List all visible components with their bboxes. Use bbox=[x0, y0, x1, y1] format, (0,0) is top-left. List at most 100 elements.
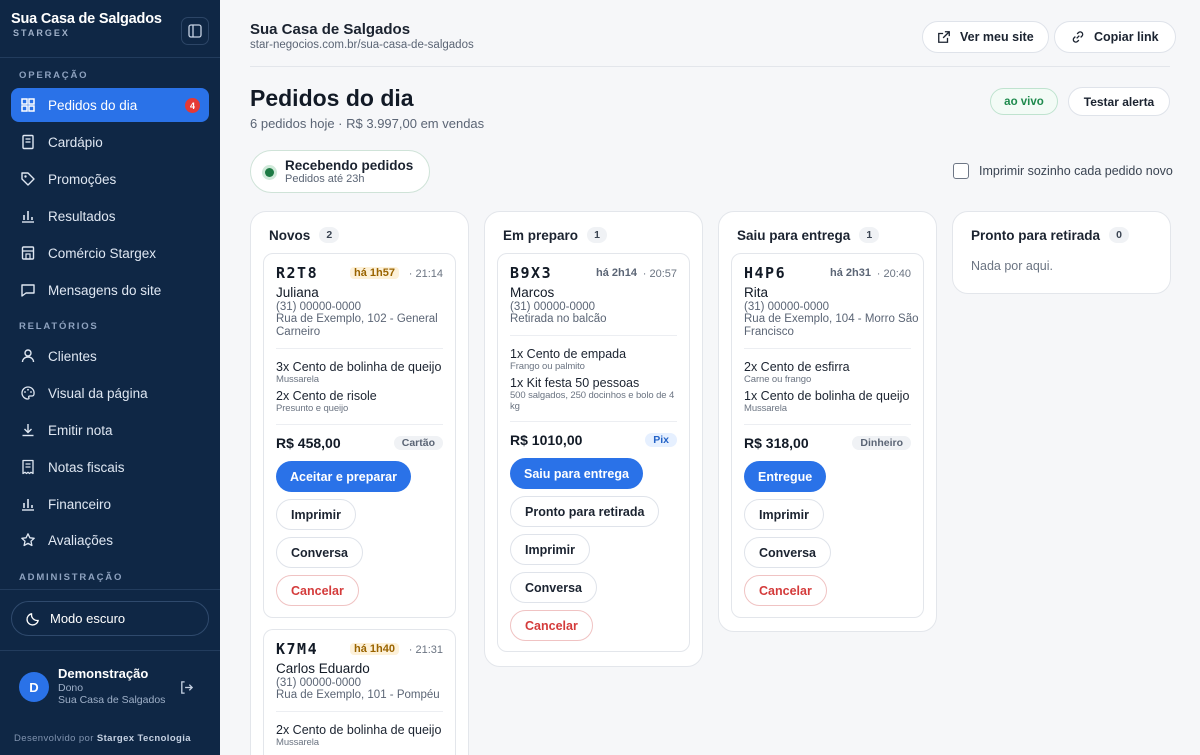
sidebar-item-emitir-nota[interactable]: Emitir nota bbox=[11, 413, 209, 447]
dark-mode-label: Modo escuro bbox=[50, 611, 126, 626]
auto-print-checkbox[interactable] bbox=[953, 163, 969, 179]
column-header: Saiu para entrega 1 bbox=[737, 227, 880, 243]
header-divider bbox=[250, 66, 1170, 67]
sidebar-item-clientes[interactable]: Clientes bbox=[11, 339, 209, 373]
accept-order-button[interactable]: Aceitar e preparar bbox=[276, 461, 412, 492]
sidebar-item-label: Avaliações bbox=[48, 532, 114, 548]
print-button[interactable]: Imprimir bbox=[510, 534, 591, 565]
column-count: 1 bbox=[859, 227, 880, 243]
card-divider bbox=[744, 424, 911, 425]
collapse-sidebar-button[interactable] bbox=[181, 17, 209, 45]
item-note: Mussarela bbox=[276, 737, 319, 748]
receipt-icon bbox=[20, 459, 36, 475]
column-title: Em preparo bbox=[503, 227, 579, 243]
store-name: Sua Casa de Salgados bbox=[250, 21, 411, 38]
card-divider bbox=[744, 348, 911, 349]
column-count: 2 bbox=[319, 227, 340, 243]
sidebar-item-label: Notas fiscais bbox=[48, 459, 125, 475]
order-card[interactable]: K7M4 há 1h40 · 21:31 Carlos Eduardo (31)… bbox=[263, 629, 456, 755]
order-item: 1x Cento de empada Frango ou palmito bbox=[510, 347, 685, 372]
order-code: B9X3 bbox=[510, 264, 553, 282]
logout-icon[interactable] bbox=[179, 680, 194, 695]
order-age-badge: há 2h31 bbox=[830, 267, 871, 279]
user-name: Demonstração bbox=[58, 666, 149, 681]
column-count: 1 bbox=[587, 227, 608, 243]
column-count: 0 bbox=[1109, 227, 1130, 243]
customer-address: Rua de Exemplo, 101 - Pompéu bbox=[276, 689, 440, 701]
sidebar-item-label: Resultados bbox=[48, 208, 116, 224]
link-icon bbox=[1072, 31, 1084, 43]
sidebar-item-label: Clientes bbox=[48, 348, 97, 364]
section-relatorios: RELATÓRIOS bbox=[19, 321, 99, 332]
dark-mode-toggle[interactable]: Modo escuro bbox=[11, 601, 209, 636]
brand-subtitle: STARGEX bbox=[13, 28, 70, 38]
out-for-delivery-button[interactable]: Saiu para entrega bbox=[510, 458, 643, 489]
menu-book-icon bbox=[20, 134, 36, 150]
sidebar-item-avaliacoes[interactable]: Avaliações bbox=[11, 523, 209, 557]
receiving-title: Recebendo pedidos bbox=[285, 158, 414, 173]
sidebar-item-promocoes[interactable]: Promoções bbox=[11, 162, 209, 196]
test-alert-button[interactable]: Testar alerta bbox=[1068, 87, 1170, 116]
page-subtitle: 6 pedidos hoje · R$ 3.997,00 em vendas bbox=[250, 116, 485, 131]
order-card[interactable]: R2T8 há 1h57 · 21:14 Juliana (31) 00000-… bbox=[263, 253, 456, 618]
print-button[interactable]: Imprimir bbox=[276, 499, 357, 530]
print-button[interactable]: Imprimir bbox=[744, 499, 825, 530]
delivery-method: Retirada no balcão bbox=[510, 313, 607, 325]
order-card[interactable]: B9X3 há 2h14 · 20:57 Marcos (31) 00000-0… bbox=[497, 253, 690, 652]
sidebar-divider bbox=[0, 650, 220, 651]
sidebar-item-label: Comércio Stargex bbox=[48, 245, 157, 261]
sidebar-item-label: Promoções bbox=[48, 171, 117, 187]
view-site-button[interactable]: Ver meu site bbox=[922, 21, 1049, 53]
sidebar-item-cardapio[interactable]: Cardápio bbox=[11, 125, 209, 159]
sidebar-item-comercio-stargex[interactable]: Comércio Stargex bbox=[11, 236, 209, 270]
order-code: K7M4 bbox=[276, 640, 319, 658]
payment-method-badge: Pix bbox=[645, 433, 677, 447]
item-note: 500 salgados, 250 docinhos e bolo de 4 k… bbox=[510, 390, 675, 412]
order-age-badge: há 1h57 bbox=[350, 267, 399, 279]
store-url: star-negocios.com.br/sua-casa-de-salgado… bbox=[250, 39, 474, 51]
order-item: 1x Kit festa 50 pessoas 500 salgados, 25… bbox=[510, 376, 685, 412]
user-icon bbox=[20, 348, 36, 364]
sidebar-item-resultados[interactable]: Resultados bbox=[11, 199, 209, 233]
store-icon bbox=[20, 245, 36, 261]
cancel-button[interactable]: Cancelar bbox=[510, 610, 593, 641]
column-pronto-para-retirada: Pronto para retirada 0 Nada por aqui. bbox=[952, 211, 1171, 294]
cancel-button[interactable]: Cancelar bbox=[276, 575, 359, 606]
receiving-orders-toggle[interactable]: Recebendo pedidos Pedidos até 23h bbox=[250, 150, 430, 193]
column-header: Em preparo 1 bbox=[503, 227, 608, 243]
credit-brand: Stargex Tecnologia bbox=[96, 733, 191, 744]
sidebar-item-pedidos-do-dia[interactable]: Pedidos do dia 4 bbox=[11, 88, 209, 122]
star-icon bbox=[20, 532, 36, 548]
sidebar-item-visual-da-pagina[interactable]: Visual da página bbox=[11, 376, 209, 410]
brand-title: Sua Casa de Salgados bbox=[11, 11, 162, 27]
auto-print-option[interactable]: Imprimir sozinho cada pedido novo bbox=[953, 163, 1173, 179]
payment-method-badge: Dinheiro bbox=[852, 436, 911, 450]
sidebar-item-financeiro[interactable]: Financeiro bbox=[11, 487, 209, 521]
customer-phone: (31) 00000-0000 bbox=[276, 301, 362, 313]
order-item: 2x Cento de risole Presunto e queijo bbox=[276, 389, 451, 414]
sidebar-item-label: Financeiro bbox=[48, 496, 112, 512]
live-status-badge: ao vivo bbox=[990, 88, 1058, 115]
order-card[interactable]: H4P6 há 2h31 · 20:40 Rita (31) 00000-000… bbox=[731, 253, 924, 618]
credit-prefix: Desenvolvido por bbox=[14, 733, 97, 744]
sidebar-divider bbox=[0, 589, 220, 590]
sidebar-item-mensagens-do-site[interactable]: Mensagens do site bbox=[11, 273, 209, 307]
sidebar-item-label: Pedidos do dia bbox=[48, 97, 138, 113]
customer-name: Marcos bbox=[510, 285, 555, 300]
item-name: 2x Cento de bolinha de queijo bbox=[276, 723, 442, 737]
external-link-icon bbox=[938, 31, 950, 43]
cancel-button[interactable]: Cancelar bbox=[744, 575, 827, 606]
chat-button[interactable]: Conversa bbox=[744, 537, 831, 568]
chat-button[interactable]: Conversa bbox=[276, 537, 363, 568]
chat-button[interactable]: Conversa bbox=[510, 572, 597, 603]
delivered-button[interactable]: Entregue bbox=[744, 461, 827, 492]
auto-print-label: Imprimir sozinho cada pedido novo bbox=[979, 164, 1173, 178]
ready-for-pickup-button[interactable]: Pronto para retirada bbox=[510, 496, 660, 527]
avatar: D bbox=[19, 672, 49, 702]
customer-phone: (31) 00000-0000 bbox=[510, 301, 596, 313]
download-icon bbox=[20, 422, 36, 438]
order-code: H4P6 bbox=[744, 264, 787, 282]
sidebar-item-notas-fiscais[interactable]: Notas fiscais bbox=[11, 450, 209, 484]
copy-link-button[interactable]: Copiar link bbox=[1054, 21, 1176, 53]
grid-icon bbox=[20, 97, 36, 113]
